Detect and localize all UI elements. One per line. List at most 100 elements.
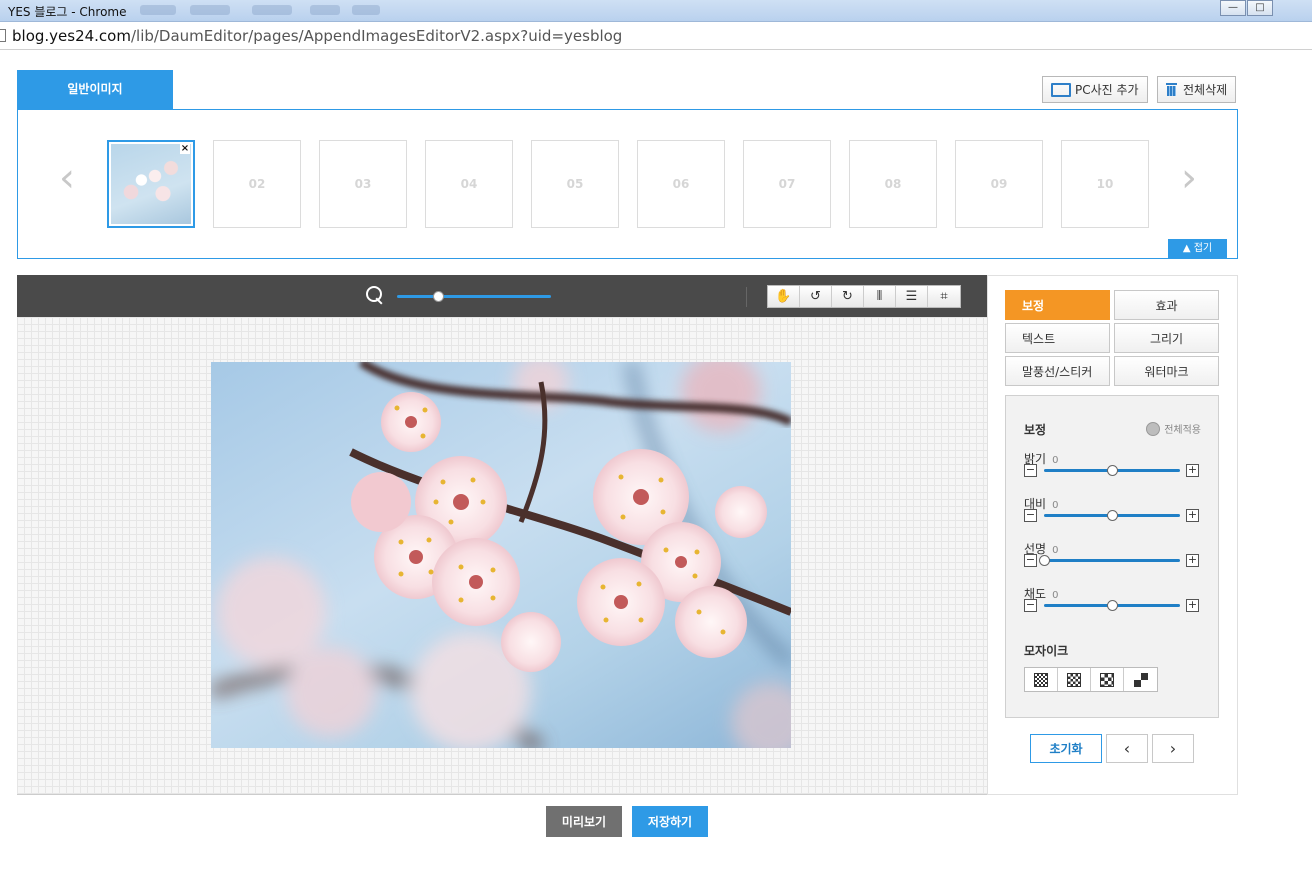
slider-track[interactable]: [1044, 510, 1180, 521]
correction-title: 보정: [1024, 423, 1047, 437]
minimize-button[interactable]: —: [1220, 0, 1246, 16]
window-titlebar: YES 블로그 - Chrome — □: [0, 0, 1312, 22]
thumbnail-slot[interactable]: 07: [743, 140, 831, 228]
slider-knob[interactable]: [1106, 510, 1118, 521]
flip-horizontal-icon: ☰: [905, 289, 918, 304]
trash-icon: [1166, 83, 1177, 96]
plus-icon[interactable]: +: [1186, 599, 1199, 612]
window-title: YES 블로그 - Chrome: [8, 5, 127, 19]
mosaic-fine-icon: [1034, 672, 1048, 687]
next-step-button[interactable]: ›: [1152, 734, 1194, 763]
prev-step-button[interactable]: ‹: [1106, 734, 1148, 763]
flip-horizontal-button[interactable]: ☰: [896, 286, 928, 307]
slider-control: − +: [1024, 464, 1204, 478]
preview-button[interactable]: 미리보기: [546, 806, 622, 837]
editor-canvas[interactable]: [17, 317, 987, 795]
plus-icon[interactable]: +: [1186, 554, 1199, 567]
fold-button[interactable]: ▲ 접기: [1168, 239, 1227, 258]
thumbnail-slot[interactable]: 10: [1061, 140, 1149, 228]
rotate-left-button[interactable]: ↺: [800, 286, 832, 307]
mosaic-button-group: [1024, 667, 1158, 692]
edited-photo[interactable]: [211, 362, 791, 748]
thumbnail-slot[interactable]: 05: [531, 140, 619, 228]
editor-toolbar: ✋ ↺ ↻ ⫴ ☰ ⌗: [17, 275, 987, 317]
tab-drawing[interactable]: 그리기: [1114, 323, 1219, 353]
mosaic-small-button[interactable]: [1058, 668, 1091, 691]
blurred-tab: [310, 5, 340, 15]
slider-control: − +: [1024, 554, 1204, 568]
hand-button[interactable]: ✋: [768, 286, 800, 307]
slider-control: − +: [1024, 509, 1204, 523]
slider-track[interactable]: [1044, 600, 1180, 611]
crop-button[interactable]: ⌗: [928, 286, 960, 307]
add-pc-photo-label: PC사진 추가: [1075, 83, 1139, 97]
zoom-icon: [366, 286, 384, 306]
thumbnail-slot[interactable]: 02: [213, 140, 301, 228]
delete-all-button[interactable]: 전체삭제: [1157, 76, 1237, 103]
tab-correction[interactable]: 보정: [1005, 290, 1110, 320]
flip-vertical-icon: ⫴: [876, 289, 883, 304]
save-button[interactable]: 저장하기: [632, 806, 708, 837]
thumb-next-arrow[interactable]: ›: [1178, 158, 1200, 200]
adjust-slider-row: 채도 0− +: [1024, 583, 1204, 612]
address-bar[interactable]: blog.yes24.com/lib/DaumEditor/pages/Appe…: [0, 23, 1312, 50]
mosaic-medium-icon: [1100, 672, 1114, 687]
blurred-tab: [352, 5, 380, 15]
mosaic-medium-button[interactable]: [1091, 668, 1124, 691]
maximize-button[interactable]: □: [1247, 0, 1273, 16]
thumbnail-slot[interactable]: 09: [955, 140, 1043, 228]
reset-button[interactable]: 초기화: [1030, 734, 1102, 763]
thumbnail-strip: ‹ × 02 03 04 05 06 07 08 09 10 › ▲ 접기: [17, 109, 1238, 259]
mosaic-title: 모자이크: [1024, 644, 1069, 658]
slider-knob[interactable]: [1106, 600, 1118, 611]
thumbnail-slot-01[interactable]: ×: [107, 140, 195, 228]
tab-effects[interactable]: 효과: [1114, 290, 1219, 320]
minus-icon[interactable]: −: [1024, 464, 1037, 477]
image-editor: ✋ ↺ ↻ ⫴ ☰ ⌗: [17, 275, 987, 795]
blurred-tab: [140, 5, 176, 15]
apply-all-radio-icon[interactable]: [1146, 421, 1161, 436]
slider-track[interactable]: [1038, 555, 1180, 566]
tab-text[interactable]: 텍스트: [1005, 323, 1110, 353]
slider-knob[interactable]: [1038, 555, 1050, 566]
url-text[interactable]: blog.yes24.com/lib/DaumEditor/pages/Appe…: [12, 27, 622, 45]
plus-icon[interactable]: +: [1186, 464, 1199, 477]
rotate-right-icon: ↻: [842, 289, 853, 304]
mosaic-fine-button[interactable]: [1025, 668, 1058, 691]
adjust-slider-row: 선명 0− +: [1024, 538, 1204, 567]
blossom-photo-art: [211, 362, 791, 748]
thumb-prev-arrow[interactable]: ‹: [56, 158, 78, 200]
toolbar-divider: [746, 287, 747, 307]
slider-track[interactable]: [1044, 465, 1180, 476]
apply-all-toggle[interactable]: 전체적용: [1146, 421, 1201, 436]
flip-vertical-button[interactable]: ⫴: [864, 286, 896, 307]
minus-icon[interactable]: −: [1024, 509, 1037, 522]
monitor-icon: [1051, 83, 1071, 97]
minus-icon[interactable]: −: [1024, 599, 1037, 612]
thumbnail-slot[interactable]: 03: [319, 140, 407, 228]
tab-general-image[interactable]: 일반이미지: [17, 70, 173, 110]
tab-watermark[interactable]: 워터마크: [1114, 356, 1219, 386]
thumbnail-slot[interactable]: 06: [637, 140, 725, 228]
adjust-slider-row: 대비 0− +: [1024, 493, 1204, 522]
blurred-tab: [190, 5, 230, 15]
slider-control: − +: [1024, 599, 1204, 613]
slider-knob[interactable]: [1106, 465, 1118, 476]
rotate-left-icon: ↺: [810, 289, 821, 304]
delete-all-label: 전체삭제: [1183, 83, 1228, 97]
crop-icon: ⌗: [940, 289, 948, 304]
zoom-slider-knob[interactable]: [433, 291, 445, 302]
thumbnail-slot[interactable]: 04: [425, 140, 513, 228]
zoom-slider[interactable]: [397, 291, 551, 302]
remove-thumbnail-icon[interactable]: ×: [180, 144, 190, 154]
tool-group: ✋ ↺ ↻ ⫴ ☰ ⌗: [767, 285, 961, 308]
add-pc-photo-button[interactable]: PC사진 추가: [1042, 76, 1148, 103]
thumbnail-slot[interactable]: 08: [849, 140, 937, 228]
mosaic-large-button[interactable]: [1124, 668, 1157, 691]
rotate-right-button[interactable]: ↻: [832, 286, 864, 307]
plus-icon[interactable]: +: [1186, 509, 1199, 522]
tab-bubble-sticker[interactable]: 말풍선/스티커: [1005, 356, 1110, 386]
minus-icon[interactable]: −: [1024, 554, 1037, 567]
mosaic-large-icon: [1133, 672, 1148, 687]
mosaic-small-icon: [1067, 672, 1081, 687]
